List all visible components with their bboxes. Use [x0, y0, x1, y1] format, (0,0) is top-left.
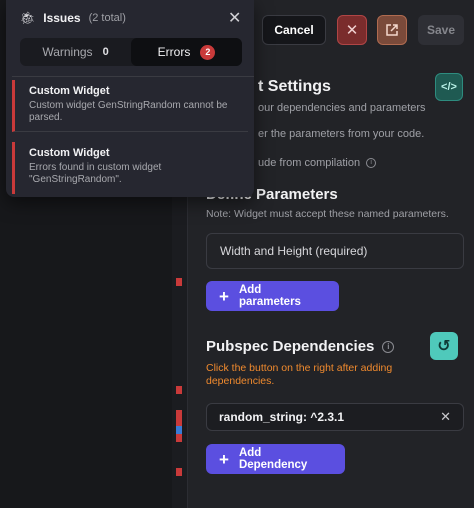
- code-icon: </>: [441, 81, 457, 93]
- error-marker[interactable]: [176, 410, 182, 418]
- pubspec-title-text: Pubspec Dependencies: [206, 338, 375, 355]
- tab-warnings[interactable]: Warnings 0: [20, 38, 131, 66]
- close-icon[interactable]: ✕: [228, 8, 241, 28]
- issue-message: Custom widget GenStringRandom cannot be …: [29, 100, 228, 123]
- plus-icon: +: [219, 449, 229, 469]
- issues-header: 🐞︎ Issues (2 total): [20, 11, 126, 25]
- params-note: Note: Widget must accept these named par…: [206, 208, 449, 220]
- issue-item[interactable]: Custom Widget Errors found in custom wid…: [12, 142, 248, 194]
- error-marker[interactable]: [176, 386, 182, 394]
- add-parameters-button[interactable]: + Add parameters: [206, 281, 339, 311]
- parameter-value: Width and Height (required): [220, 244, 368, 258]
- dependency-value: random_string: ^2.3.1: [219, 410, 345, 424]
- error-marker[interactable]: [176, 468, 182, 476]
- issue-title: Custom Widget: [29, 147, 110, 159]
- tab-warnings-label: Warnings: [42, 45, 93, 59]
- info-icon[interactable]: i: [366, 158, 377, 168]
- issues-title: Issues: [43, 11, 81, 25]
- pubspec-note: Click the button on the right after addi…: [206, 362, 393, 387]
- errors-count-badge: 2: [200, 44, 216, 60]
- view-code-button[interactable]: </>: [435, 73, 463, 101]
- tab-errors-label: Errors: [157, 45, 191, 59]
- settings-description-2: er the parameters from your code.: [258, 128, 425, 140]
- open-external-button[interactable]: [377, 15, 407, 45]
- exclude-label: ude from compilation: [258, 157, 361, 169]
- add-dependency-button[interactable]: + Add Dependency: [206, 444, 345, 474]
- error-marker[interactable]: [176, 278, 182, 286]
- parameter-input[interactable]: Width and Height (required): [206, 233, 464, 269]
- bug-icon: 🐞︎: [20, 11, 36, 25]
- pubspec-title: Pubspec Dependencies i: [206, 338, 395, 355]
- dependency-field[interactable]: random_string: ^2.3.1 ✕: [206, 403, 464, 431]
- error-marker[interactable]: [176, 418, 182, 426]
- info-icon[interactable]: i: [382, 340, 395, 353]
- issues-count: (2 total): [88, 12, 126, 24]
- info-marker[interactable]: [176, 426, 182, 434]
- refresh-dependencies-button[interactable]: ↺: [430, 332, 458, 360]
- toolbar: Cancel ✕ Save: [250, 0, 474, 62]
- x-icon: ✕: [345, 22, 359, 39]
- save-button[interactable]: Save: [418, 15, 464, 45]
- remove-dependency-icon[interactable]: ✕: [440, 409, 451, 425]
- plus-icon: +: [219, 286, 229, 306]
- add-parameters-label: Add parameters: [238, 284, 301, 308]
- refresh-icon: ↺: [437, 338, 451, 355]
- tab-errors[interactable]: Errors 2: [131, 38, 242, 66]
- cancel-button[interactable]: Cancel: [262, 15, 326, 45]
- external-link-icon: [386, 24, 398, 36]
- issue-message: Errors found in custom widget "GenString…: [29, 162, 162, 185]
- issue-item[interactable]: Custom Widget Custom widget GenStringRan…: [12, 80, 248, 132]
- exclude-from-compilation[interactable]: ude from compilation i: [258, 157, 377, 169]
- settings-description: our dependencies and parameters: [258, 102, 426, 114]
- issue-title: Custom Widget: [29, 85, 110, 97]
- issues-popup: 🐞︎ Issues (2 total) ✕ Warnings 0 Errors …: [6, 0, 254, 197]
- warnings-count: 0: [102, 46, 109, 58]
- error-marker[interactable]: [176, 434, 182, 442]
- discard-button[interactable]: ✕: [337, 15, 367, 45]
- settings-title: t Settings: [258, 78, 331, 95]
- divider: [12, 76, 254, 77]
- issues-tabs: Warnings 0 Errors 2: [20, 38, 242, 66]
- add-dependency-label: Add Dependency: [238, 447, 308, 471]
